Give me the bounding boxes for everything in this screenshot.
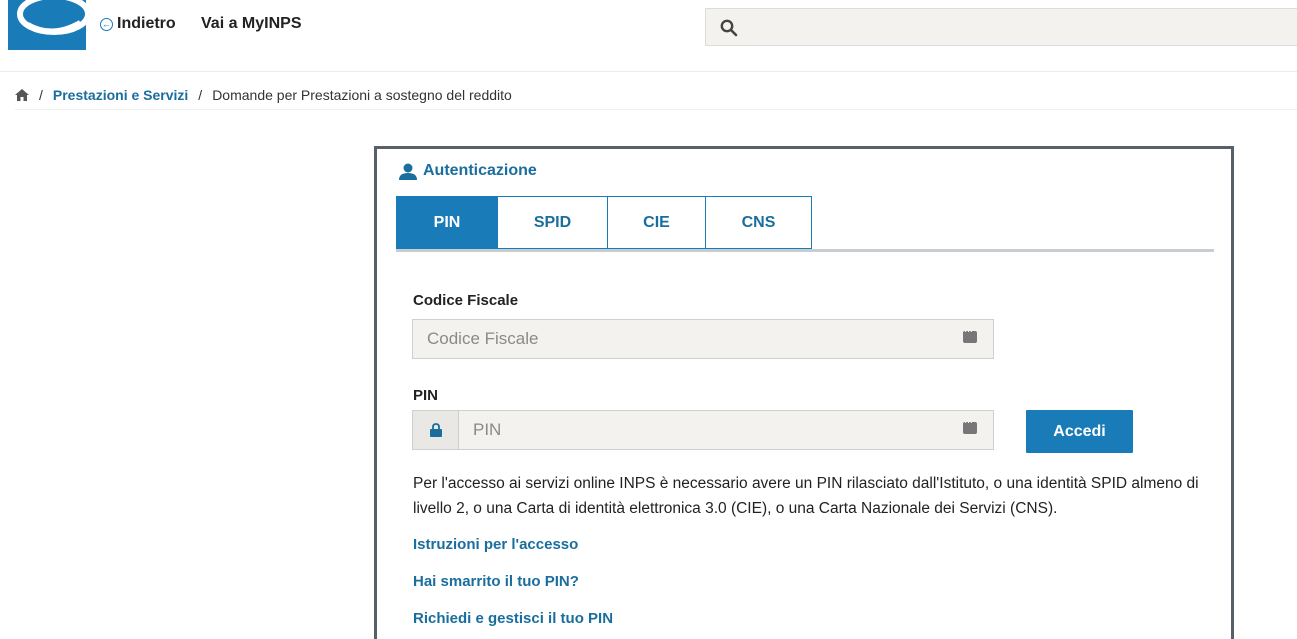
breadcrumb-item-current: Domande per Prestazioni a sostegno del r… bbox=[212, 86, 512, 103]
lock-addon bbox=[412, 410, 458, 450]
user-icon bbox=[399, 163, 417, 180]
back-arrow-icon: ← bbox=[100, 17, 113, 31]
tab-cns[interactable]: CNS bbox=[706, 196, 812, 249]
auth-panel: Autenticazione PIN SPID CIE CNS Codice F… bbox=[374, 146, 1234, 639]
breadcrumb: / Prestazioni e Servizi / Domande per Pr… bbox=[15, 80, 1297, 110]
inps-logo[interactable] bbox=[8, 0, 86, 50]
auth-tabs: PIN SPID CIE CNS bbox=[396, 196, 1214, 252]
codice-fiscale-label: Codice Fiscale bbox=[413, 292, 519, 309]
access-instructions-link[interactable]: Istruzioni per l'accesso bbox=[413, 536, 578, 553]
tab-spid[interactable]: SPID bbox=[498, 196, 608, 249]
logo-icon bbox=[17, 0, 86, 35]
keyboard-icon[interactable] bbox=[963, 417, 977, 434]
manage-pin-link[interactable]: Richiedi e gestisci il tuo PIN bbox=[413, 610, 613, 627]
search-input[interactable] bbox=[746, 9, 1286, 45]
back-label: Indietro bbox=[117, 15, 176, 32]
pin-wrapper bbox=[458, 410, 994, 450]
pin-label: PIN bbox=[413, 387, 439, 404]
auth-title: Autenticazione bbox=[399, 162, 537, 180]
accedi-button[interactable]: Accedi bbox=[1026, 410, 1133, 453]
codice-fiscale-wrapper bbox=[412, 319, 994, 359]
mypage-link[interactable]: Vai a MyINPS bbox=[201, 15, 302, 33]
tab-pin[interactable]: PIN bbox=[396, 196, 498, 249]
search-icon[interactable] bbox=[720, 19, 738, 37]
access-info-text: Per l'accesso ai servizi online INPS è n… bbox=[413, 475, 1199, 517]
breadcrumb-separator: / bbox=[198, 86, 203, 103]
breadcrumb-separator: / bbox=[39, 86, 43, 103]
codice-fiscale-input[interactable] bbox=[413, 320, 993, 358]
breadcrumb-item-prestazioni[interactable]: Prestazioni e Servizi bbox=[53, 87, 188, 103]
auth-title-label: Autenticazione bbox=[423, 162, 537, 179]
lost-pin-link[interactable]: Hai smarrito il tuo PIN? bbox=[413, 573, 579, 590]
pin-input[interactable] bbox=[459, 411, 993, 449]
home-icon[interactable] bbox=[15, 88, 29, 101]
keyboard-icon[interactable] bbox=[963, 326, 977, 343]
lock-icon bbox=[429, 423, 442, 437]
header: ← Indietro Vai a MyINPS bbox=[0, 0, 1297, 72]
search-box bbox=[705, 8, 1297, 46]
tab-cie[interactable]: CIE bbox=[608, 196, 706, 249]
back-link[interactable]: ← Indietro bbox=[100, 15, 176, 33]
